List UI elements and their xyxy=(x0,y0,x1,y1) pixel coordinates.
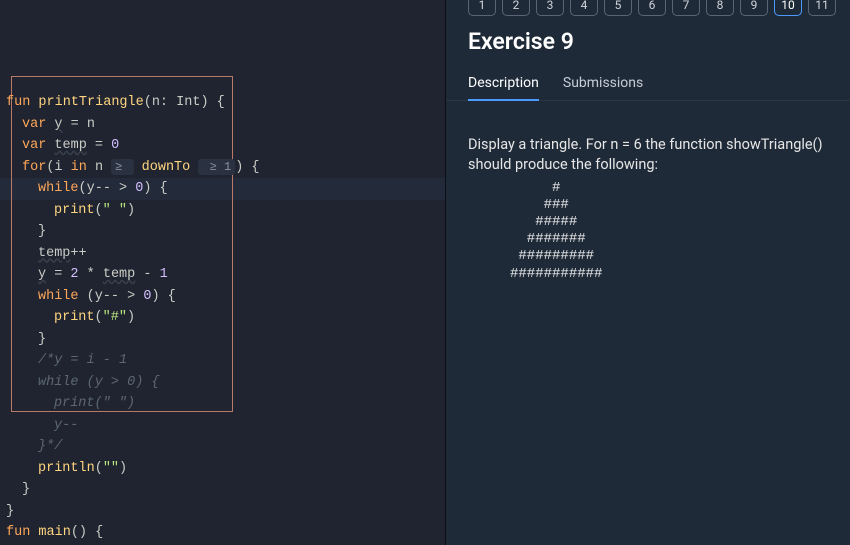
code-line[interactable]: } xyxy=(0,501,435,523)
code-line[interactable]: }*/ xyxy=(0,436,435,458)
code-line[interactable]: y-- xyxy=(0,415,435,437)
exercise-title: Exercise 9 xyxy=(446,26,850,69)
code-line[interactable]: while (y-- > 0) { xyxy=(0,286,435,308)
exercise-nav-2[interactable]: 2 xyxy=(502,0,530,16)
code-line[interactable]: y = 2 * temp - 1 xyxy=(0,264,435,286)
code-line[interactable]: fun main() { xyxy=(0,522,435,544)
tab-description[interactable]: Description xyxy=(468,69,539,101)
exercise-nav-4[interactable]: 4 xyxy=(570,0,598,16)
code-line[interactable]: temp++ xyxy=(0,243,435,265)
exercise-nav-8[interactable]: 8 xyxy=(706,0,734,16)
exercise-nav-1[interactable]: 1 xyxy=(468,0,496,16)
exercise-nav-11[interactable]: 11 xyxy=(808,0,836,16)
code-line[interactable]: print(" ") xyxy=(0,200,435,222)
code-line[interactable]: /*y = i - 1 xyxy=(0,350,435,372)
code-line[interactable]: } xyxy=(0,329,435,351)
code-line[interactable]: fun printTriangle(n: Int) { xyxy=(0,92,435,114)
code-line[interactable]: print("#") xyxy=(0,307,435,329)
exercise-nav-5[interactable]: 5 xyxy=(604,0,632,16)
code-line[interactable]: println("") xyxy=(0,458,435,480)
code-line[interactable]: while(y-- > 0) { xyxy=(0,178,435,200)
code-line[interactable]: } xyxy=(0,479,435,501)
exercise-nav-3[interactable]: 3 xyxy=(536,0,564,16)
exercise-nav-10[interactable]: 10 xyxy=(774,0,802,16)
exercise-nav-6[interactable]: 6 xyxy=(638,0,666,16)
exercise-nav-9[interactable]: 9 xyxy=(740,0,768,16)
exercise-nav-7[interactable]: 7 xyxy=(672,0,700,16)
code-line[interactable]: } xyxy=(0,221,435,243)
tab-bar: Description Submissions xyxy=(446,69,850,101)
code-editor[interactable]: fun printTriangle(n: Int) {var y = nvar … xyxy=(0,0,445,545)
code-line[interactable]: var temp = 0 xyxy=(0,135,435,157)
description-content: Display a triangle. For n = 6 the functi… xyxy=(446,101,850,283)
tab-submissions[interactable]: Submissions xyxy=(563,69,643,101)
exercise-nav: 123456789 10 11 xyxy=(446,0,850,16)
code-line[interactable]: print(" ") xyxy=(0,393,435,415)
description-text: Display a triangle. For n = 6 the functi… xyxy=(468,135,828,174)
exercise-panel: 123456789 10 11 Exercise 9 Description Subm… xyxy=(445,0,850,545)
code-line[interactable]: for(i in n ≥ downTo ≥ 1) { xyxy=(0,157,435,179)
code-line[interactable]: while (y > 0) { xyxy=(0,372,435,394)
expected-output: # ### ##### ####### ######### ##########… xyxy=(468,180,828,282)
code-line[interactable]: var y = n xyxy=(0,114,435,136)
